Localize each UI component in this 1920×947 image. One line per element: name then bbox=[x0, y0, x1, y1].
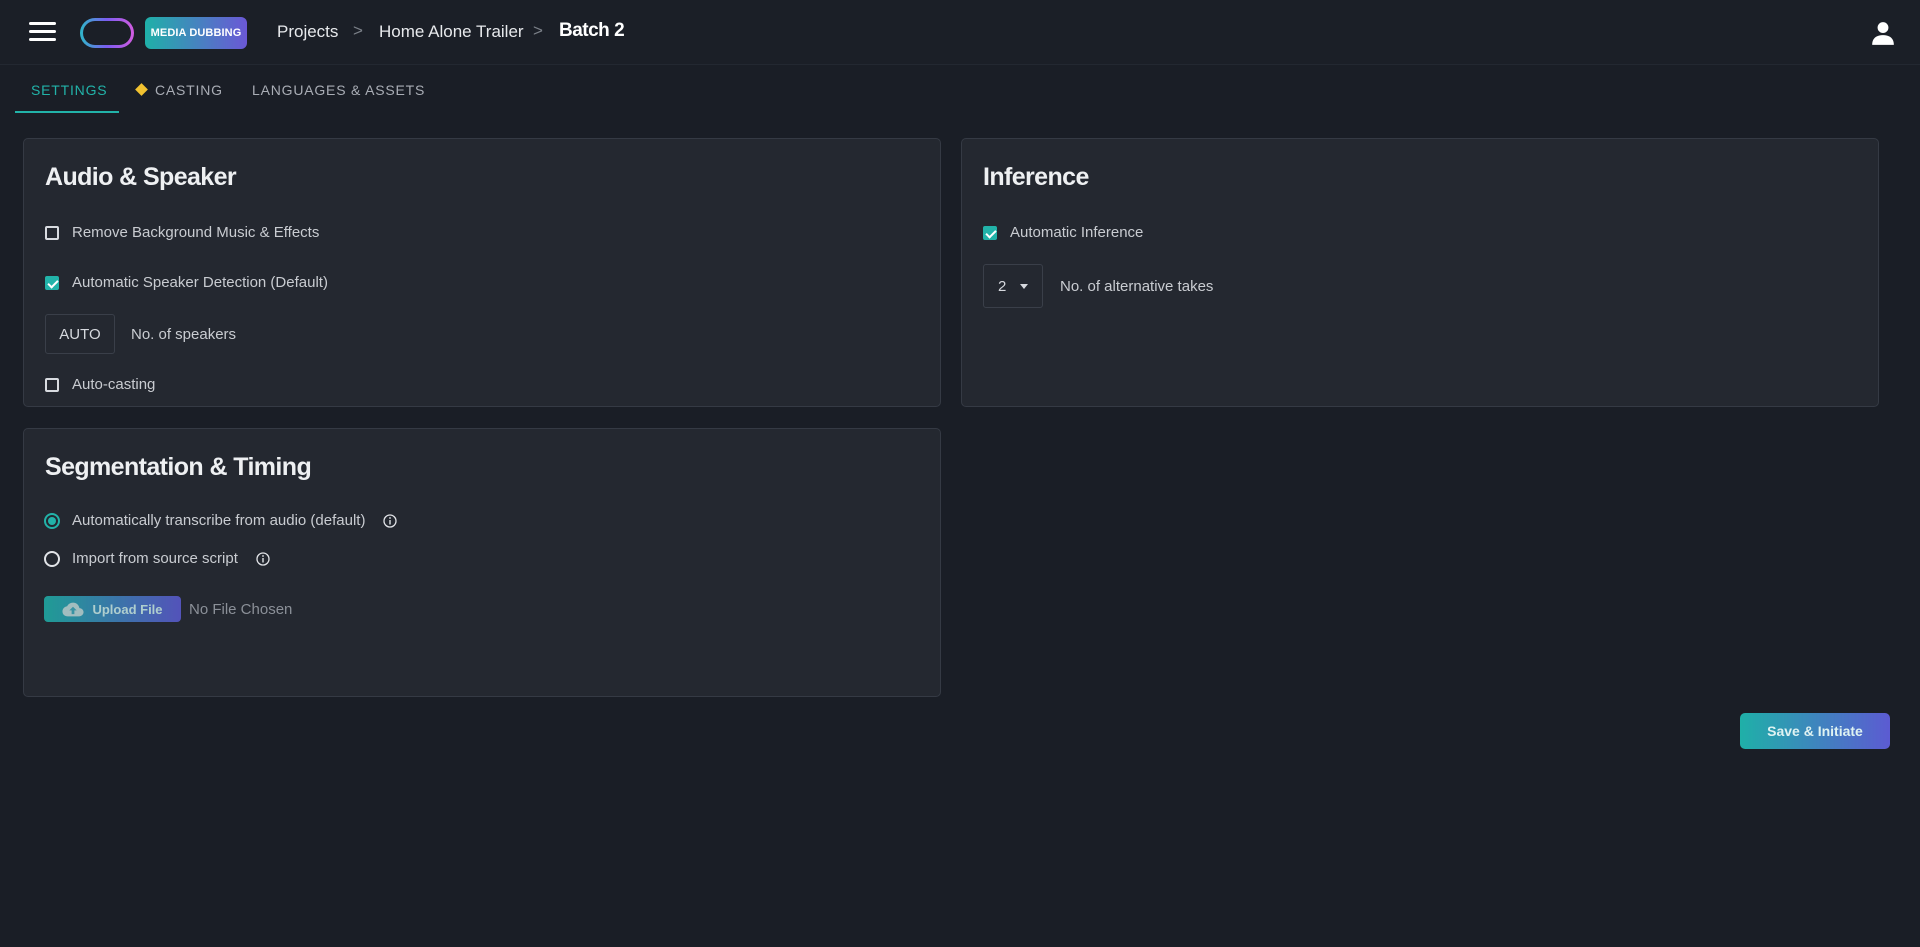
speakers-label: No. of speakers bbox=[131, 325, 237, 343]
auto-casting-checkbox[interactable] bbox=[45, 377, 59, 392]
speaker-detection-checkbox[interactable] bbox=[45, 275, 59, 290]
tab-languages-assets[interactable]: LANGUAGES & ASSETS bbox=[252, 82, 425, 98]
upload-file-label: Upload File bbox=[92, 601, 163, 617]
app-logo[interactable] bbox=[80, 18, 134, 48]
menu-icon[interactable] bbox=[29, 22, 56, 42]
auto-casting-label: Auto-casting bbox=[72, 376, 156, 393]
tab-bar: SETTINGS CASTING LANGUAGES & ASSETS bbox=[0, 66, 1920, 114]
tab-settings[interactable]: SETTINGS bbox=[31, 82, 107, 98]
audio-speaker-card: Audio & Speaker Remove Background Music … bbox=[23, 138, 941, 407]
card-title: Segmentation & Timing bbox=[45, 453, 312, 481]
takes-label: No. of alternative takes bbox=[1060, 277, 1214, 295]
transcribe-label: Automatically transcribe from audio (def… bbox=[72, 512, 366, 529]
segmentation-card: Segmentation & Timing Automatically tran… bbox=[23, 428, 941, 697]
speakers-count-input[interactable]: AUTO bbox=[45, 314, 115, 354]
upload-row: Upload File No File Chosen bbox=[44, 596, 292, 622]
card-title: Inference bbox=[983, 163, 1089, 191]
automatic-inference-row: Automatic Inference bbox=[983, 224, 1143, 241]
import-label: Import from source script bbox=[72, 550, 238, 567]
remove-bg-label: Remove Background Music & Effects bbox=[72, 224, 320, 241]
caret-down-icon bbox=[1020, 283, 1029, 289]
upload-file-button[interactable]: Upload File bbox=[44, 596, 181, 622]
brand-badge: MEDIA DUBBING bbox=[145, 17, 247, 49]
top-bar: MEDIA DUBBING Projects > Home Alone Trai… bbox=[0, 0, 1920, 65]
breadcrumb-separator: > bbox=[353, 21, 363, 40]
active-tab-indicator bbox=[15, 111, 119, 113]
breadcrumb-projects[interactable]: Projects bbox=[277, 22, 338, 42]
file-status: No File Chosen bbox=[189, 600, 293, 618]
breadcrumb-current: Batch 2 bbox=[559, 20, 625, 41]
card-title: Audio & Speaker bbox=[45, 163, 237, 191]
import-option-row: Import from source script bbox=[44, 550, 270, 567]
takes-value: 2 bbox=[998, 277, 1007, 295]
tab-casting-label: CASTING bbox=[155, 82, 223, 98]
speaker-detection-label: Automatic Speaker Detection (Default) bbox=[72, 274, 328, 291]
info-icon[interactable] bbox=[256, 551, 270, 566]
takes-select[interactable]: 2 bbox=[983, 264, 1043, 308]
breadcrumb-separator: > bbox=[533, 21, 543, 40]
speakers-row: AUTO No. of speakers bbox=[45, 314, 236, 354]
tab-casting[interactable]: CASTING bbox=[135, 82, 223, 98]
takes-row: 2 No. of alternative takes bbox=[983, 264, 1213, 308]
transcribe-option-row: Automatically transcribe from audio (def… bbox=[44, 512, 398, 529]
transcribe-radio[interactable] bbox=[44, 512, 60, 529]
import-radio[interactable] bbox=[44, 550, 60, 567]
cloud-upload-icon bbox=[62, 602, 85, 616]
automatic-inference-label: Automatic Inference bbox=[1010, 224, 1144, 241]
auto-casting-row: Auto-casting bbox=[45, 376, 155, 393]
user-icon[interactable] bbox=[1870, 20, 1896, 46]
info-icon[interactable] bbox=[383, 513, 398, 528]
speaker-detection-row: Automatic Speaker Detection (Default) bbox=[45, 274, 328, 291]
remove-bg-row: Remove Background Music & Effects bbox=[45, 224, 319, 241]
remove-bg-checkbox[interactable] bbox=[45, 225, 59, 240]
warning-diamond-icon bbox=[135, 83, 148, 96]
inference-card: Inference Automatic Inference 2 No. of a… bbox=[961, 138, 1879, 407]
save-initiate-button[interactable]: Save & Initiate bbox=[1740, 713, 1890, 749]
automatic-inference-checkbox[interactable] bbox=[983, 225, 997, 240]
breadcrumb-project[interactable]: Home Alone Trailer bbox=[379, 22, 524, 42]
